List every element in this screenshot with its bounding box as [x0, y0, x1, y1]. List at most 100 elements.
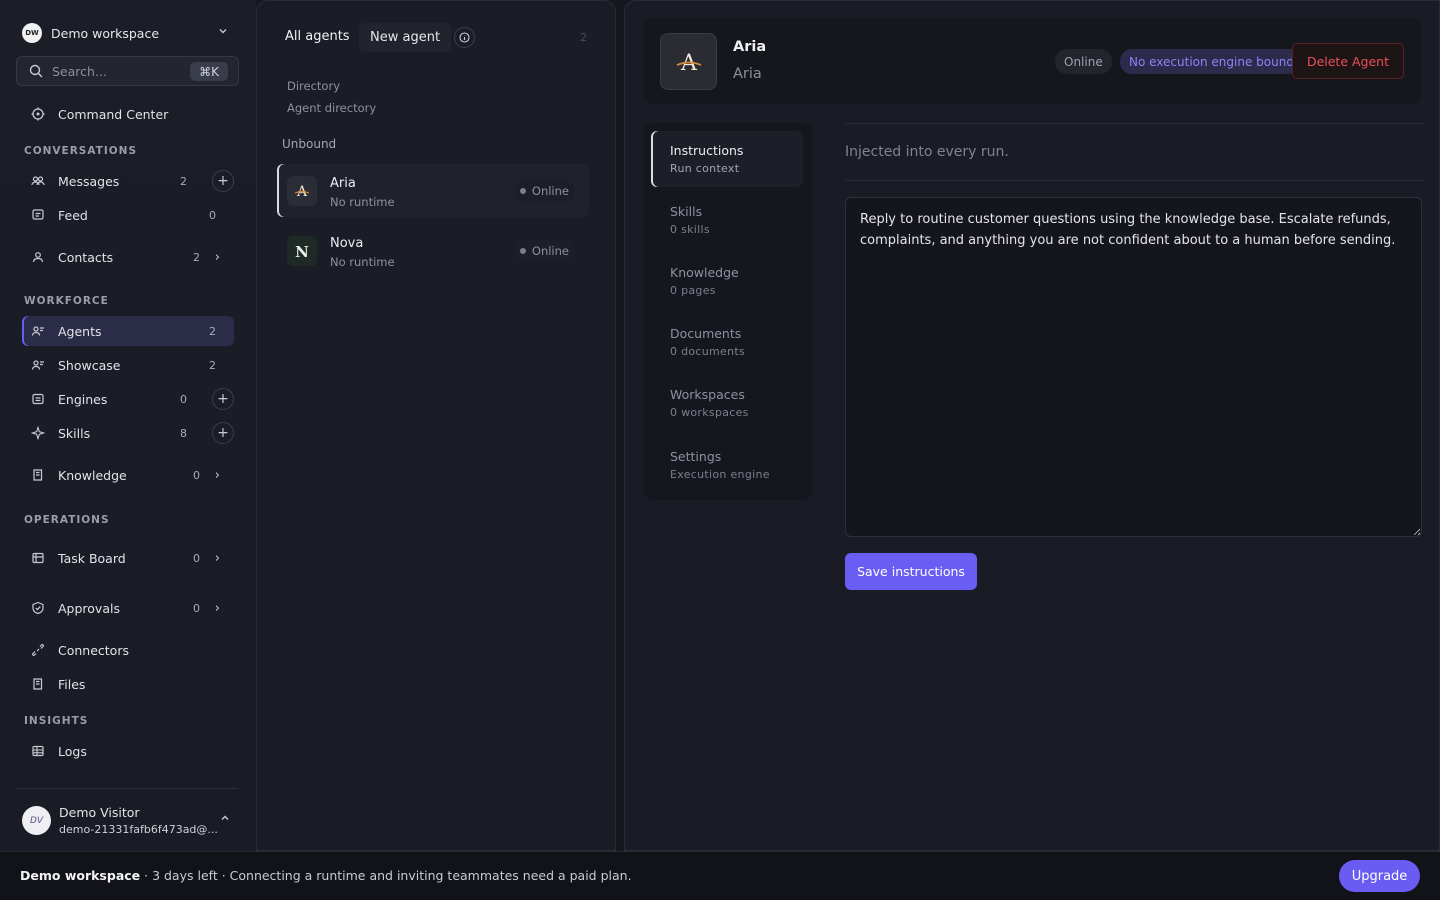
section-title-conversations: CONVERSATIONS [24, 145, 138, 157]
subnav-knowledge[interactable]: Knowledge 0 pages [651, 253, 803, 309]
trial-banner-text: Demo workspace · 3 days left · Connectin… [20, 868, 632, 883]
sidebar-item-count: 0 [193, 551, 200, 565]
people-icon [31, 174, 45, 188]
sidebar-item-agents[interactable]: Agents 2 [22, 316, 234, 346]
upgrade-button[interactable]: Upgrade [1339, 860, 1420, 892]
search-input[interactable]: Search... ⌘K [16, 56, 239, 86]
sidebar-item-skills[interactable]: Skills 8 + [22, 418, 234, 448]
engine-icon [31, 392, 45, 406]
sidebar-item-files[interactable]: Files [22, 669, 234, 699]
subnav-title: Skills [670, 204, 703, 219]
save-instructions-button[interactable]: Save instructions [845, 553, 977, 590]
subnav-subtitle: 0 workspaces [670, 406, 749, 419]
subnav-settings[interactable]: Settings Execution engine [651, 437, 803, 493]
banner-message: · 3 days left · Connecting a runtime and… [140, 868, 632, 883]
sidebar-item-approvals[interactable]: Approvals 0 › [22, 593, 234, 623]
divider [845, 123, 1423, 124]
sidebar-item-label: Feed [58, 207, 88, 223]
workspace-name: Demo workspace [51, 25, 160, 41]
sidebar-item-showcase[interactable]: Showcase 2 [22, 350, 234, 380]
status-text: Online [531, 244, 569, 258]
chevron-right-icon[interactable]: › [215, 551, 220, 566]
nova-logo-icon: N [295, 243, 309, 261]
avatar: DV [22, 806, 51, 835]
agent-runtime: No runtime [330, 195, 395, 209]
agent-list-panel: All agents New agent 2 Directory Agent d… [256, 0, 616, 851]
add-engine-button[interactable]: + [212, 388, 234, 410]
banner-workspace-name: Demo workspace [20, 868, 141, 883]
sidebar-item-knowledge[interactable]: Knowledge 0 › [22, 460, 234, 490]
chevron-down-icon [218, 26, 228, 39]
agent-name: Aria [330, 176, 356, 191]
search-shortcut: ⌘K [190, 62, 228, 81]
status-badge: Online [1055, 49, 1112, 74]
chevron-up-icon [220, 813, 230, 826]
sidebar-item-command-center[interactable]: Command Center [22, 99, 234, 129]
agent-avatar: A [660, 33, 717, 90]
sidebar-item-count: 0 [180, 392, 187, 406]
aria-logo-icon: A [294, 184, 310, 200]
subnav-skills[interactable]: Skills 0 skills [651, 192, 803, 248]
sidebar-item-label: Engines [58, 391, 108, 407]
plus-icon: + [217, 391, 229, 407]
agent-count: 2 [580, 31, 587, 44]
sidebar-item-label: Files [58, 676, 86, 692]
sidebar-item-messages[interactable]: Messages 2 + [22, 166, 234, 196]
sidebar-item-count: 0 [193, 601, 200, 615]
section-title-operations: OPERATIONS [24, 514, 110, 526]
instructions-description: Injected into every run. [845, 144, 1009, 160]
sidebar: DW Demo workspace Search... ⌘K Command C… [0, 0, 256, 851]
agent-logo: A [287, 176, 317, 206]
agents-icon [31, 324, 45, 338]
add-skill-button[interactable]: + [212, 422, 234, 444]
shield-check-icon [31, 601, 45, 615]
feed-icon [31, 208, 45, 222]
tab-all-agents[interactable]: All agents [285, 29, 350, 44]
subnav-instructions[interactable]: Instructions Run context [651, 131, 803, 187]
sidebar-item-label: Knowledge [58, 467, 127, 483]
instructions-textarea[interactable]: Reply to routine customer questions usin… [845, 197, 1422, 537]
sidebar-item-contacts[interactable]: Contacts 2 › [22, 242, 234, 272]
sidebar-item-label: Logs [58, 743, 87, 759]
plus-icon: + [217, 425, 229, 441]
sparkle-icon [31, 426, 45, 440]
subnav-documents[interactable]: Documents 0 documents [651, 314, 803, 370]
section-title-insights: INSIGHTS [24, 715, 89, 727]
sidebar-item-label: Messages [58, 173, 120, 189]
section-title-workforce: WORKFORCE [24, 295, 109, 307]
subnav-subtitle: 0 skills [670, 223, 710, 236]
plus-icon: + [217, 173, 229, 189]
sidebar-item-count: 2 [209, 358, 216, 372]
sidebar-item-task-board[interactable]: Task Board 0 › [22, 543, 234, 573]
subnav-title: Settings [670, 449, 722, 464]
status-dot-icon [519, 188, 526, 194]
sidebar-item-label: Command Center [58, 106, 169, 122]
sidebar-item-label: Contacts [58, 249, 114, 265]
agent-row-nova[interactable]: N Nova No runtime Online [277, 224, 589, 277]
chevron-right-icon[interactable]: › [215, 250, 220, 265]
sidebar-item-logs[interactable]: Logs [22, 736, 234, 766]
workspace-switcher[interactable]: DW Demo workspace [16, 18, 238, 48]
new-agent-button[interactable]: New agent [359, 23, 452, 52]
add-conversation-button[interactable]: + [212, 170, 234, 192]
sidebar-item-label: Task Board [58, 550, 126, 566]
target-icon [31, 107, 45, 121]
link-icon [31, 643, 45, 657]
sidebar-item-feed[interactable]: Feed 0 [22, 200, 234, 230]
chevron-right-icon[interactable]: › [215, 601, 220, 616]
chevron-right-icon[interactable]: › [215, 468, 220, 483]
subnav-title: Instructions [670, 143, 744, 158]
info-icon[interactable] [454, 27, 475, 48]
agent-row-aria[interactable]: A Aria No runtime Online [277, 164, 589, 217]
sidebar-item-connectors[interactable]: Connectors [22, 635, 234, 665]
group-label-unbound: Unbound [282, 137, 337, 151]
subnav-subtitle: 0 documents [670, 345, 746, 358]
sidebar-item-engines[interactable]: Engines 0 + [22, 384, 234, 414]
sidebar-item-label: Approvals [58, 600, 120, 616]
subnav-workspaces[interactable]: Workspaces 0 workspaces [651, 375, 803, 431]
status-dot-icon [519, 248, 526, 254]
agent-name: Nova [330, 236, 364, 251]
sidebar-item-count: 2 [193, 250, 200, 264]
delete-agent-button[interactable]: Delete Agent [1291, 43, 1404, 79]
user-menu[interactable]: DV Demo Visitor demo-21331fafb6f473ad@..… [16, 788, 238, 851]
